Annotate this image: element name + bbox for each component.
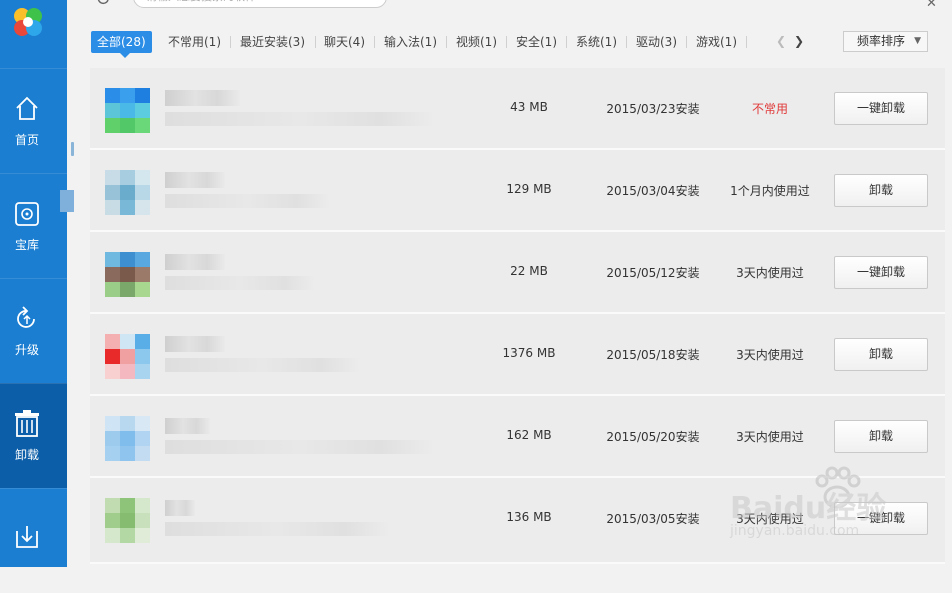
app-install-date: 2015/05/12安装 (606, 266, 700, 280)
tab-security[interactable]: 安全(1) (516, 31, 557, 53)
sidebar-item-label: 宝库 (14, 238, 39, 252)
close-icon[interactable]: ✕ (926, 0, 937, 11)
sidebar-scroll-indicator (71, 142, 74, 156)
app-desc-blurred (165, 276, 315, 290)
app-name-blurred (165, 500, 195, 516)
app-icon (105, 252, 150, 297)
app-name-blurred (165, 90, 240, 106)
tab-system[interactable]: 系统(1) (576, 31, 617, 53)
tab-active-pointer (120, 53, 130, 58)
home-icon (16, 96, 38, 120)
tabs-scroll-left-icon[interactable]: ❮ (776, 34, 786, 48)
tab-input-method[interactable]: 输入法(1) (384, 31, 437, 53)
one-click-uninstall-button[interactable]: 一键卸载 (834, 256, 928, 289)
app-icon (105, 88, 150, 133)
list-item: 22 MB 2015/05/12安装 3天内使用过 一键卸载 (90, 232, 945, 314)
app-install-date: 2015/03/05安装 (606, 512, 700, 526)
sidebar-item-download[interactable] (0, 488, 67, 593)
app-usage-status: 不常用 (751, 102, 788, 116)
app-logo-icon (14, 8, 42, 36)
sidebar-item-label: 升级 (14, 343, 39, 357)
sidebar-item-vault[interactable]: 宝库 (0, 173, 67, 278)
tab-divider (446, 36, 447, 48)
sidebar-item-uninstall[interactable]: 卸载 (0, 383, 67, 488)
tab-divider (566, 36, 567, 48)
app-name-blurred (165, 336, 225, 352)
tab-divider (746, 36, 747, 48)
tab-games[interactable]: 游戏(1) (696, 31, 737, 53)
app-usage-status: 1个月内使用过 (730, 184, 810, 198)
tab-divider (374, 36, 375, 48)
app-size: 129 MB (506, 182, 552, 196)
chevron-down-icon: ▼ (914, 36, 921, 46)
search-input[interactable]: 请输入您要搜索的软件 (133, 0, 387, 8)
app-desc-blurred (165, 112, 435, 126)
app-name-blurred (165, 172, 225, 188)
app-name-blurred (165, 418, 210, 434)
tab-divider (686, 36, 687, 48)
sidebar-item-upgrade[interactable]: 升级 (0, 278, 67, 383)
sidebar-collapse-handle[interactable] (60, 190, 74, 212)
app-desc-blurred (165, 440, 435, 454)
list-item: 162 MB 2015/05/20安装 3天内使用过 卸载 (90, 396, 945, 478)
app-size: 162 MB (506, 428, 552, 442)
app-icon (105, 170, 150, 215)
uninstall-button[interactable]: 卸载 (834, 338, 928, 371)
app-size: 1376 MB (502, 346, 556, 360)
sidebar-item-label: 卸载 (14, 448, 39, 462)
app-desc-blurred (165, 194, 330, 208)
app-usage-status: 3天内使用过 (736, 512, 804, 526)
sort-dropdown-label: 频率排序 (857, 34, 906, 48)
app-icon (105, 416, 150, 461)
sidebar-item-label: 首页 (14, 133, 39, 147)
app-name-blurred (165, 254, 225, 270)
app-size: 136 MB (506, 510, 552, 524)
list-item: 43 MB 2015/03/23安装 不常用 一键卸载 (90, 68, 945, 150)
tab-drivers[interactable]: 驱动(3) (636, 31, 677, 53)
app-usage-status: 3天内使用过 (736, 430, 804, 444)
app-usage-status: 3天内使用过 (736, 266, 804, 280)
sidebar-item-home[interactable]: 首页 (0, 68, 67, 173)
app-icon (105, 334, 150, 379)
tab-recent-installs[interactable]: 最近安装(3) (240, 31, 305, 53)
uninstall-button[interactable]: 卸载 (834, 420, 928, 453)
app-install-date: 2015/03/04安装 (606, 184, 700, 198)
tab-all[interactable]: 全部(28) (91, 31, 152, 53)
app-icon (105, 498, 150, 543)
app-install-date: 2015/05/20安装 (606, 430, 700, 444)
app-desc-blurred (165, 358, 360, 372)
tab-divider (315, 36, 316, 48)
one-click-uninstall-button[interactable]: 一键卸载 (834, 502, 928, 535)
tab-chat[interactable]: 聊天(4) (324, 31, 365, 53)
app-install-date: 2015/05/18安装 (606, 348, 700, 362)
download-icon (16, 526, 38, 548)
refresh-icon[interactable] (96, 0, 110, 6)
sidebar: 首页 宝库 升级 卸载 (0, 0, 67, 567)
tab-divider (626, 36, 627, 48)
app-size: 43 MB (510, 100, 548, 114)
tab-divider (230, 36, 231, 48)
tab-divider (506, 36, 507, 48)
uninstall-button[interactable]: 卸载 (834, 174, 928, 207)
list-item: 129 MB 2015/03/04安装 1个月内使用过 卸载 (90, 150, 945, 232)
app-size: 22 MB (510, 264, 548, 278)
list-item: 1376 MB 2015/05/18安装 3天内使用过 卸载 (90, 314, 945, 396)
app-install-date: 2015/03/23安装 (606, 102, 700, 116)
tabs-scroll-right-icon[interactable]: ❯ (794, 34, 804, 48)
tab-rarely-used[interactable]: 不常用(1) (168, 31, 221, 53)
one-click-uninstall-button[interactable]: 一键卸载 (834, 92, 928, 125)
uninstall-icon (15, 410, 39, 437)
list-item: 136 MB 2015/03/05安装 3天内使用过 一键卸载 (90, 478, 945, 564)
tab-video[interactable]: 视频(1) (456, 31, 497, 53)
app-usage-status: 3天内使用过 (736, 348, 804, 362)
sort-dropdown[interactable]: 频率排序 ▼ (843, 31, 928, 52)
vault-icon (15, 202, 39, 226)
app-desc-blurred (165, 522, 390, 536)
upgrade-icon (17, 306, 35, 328)
